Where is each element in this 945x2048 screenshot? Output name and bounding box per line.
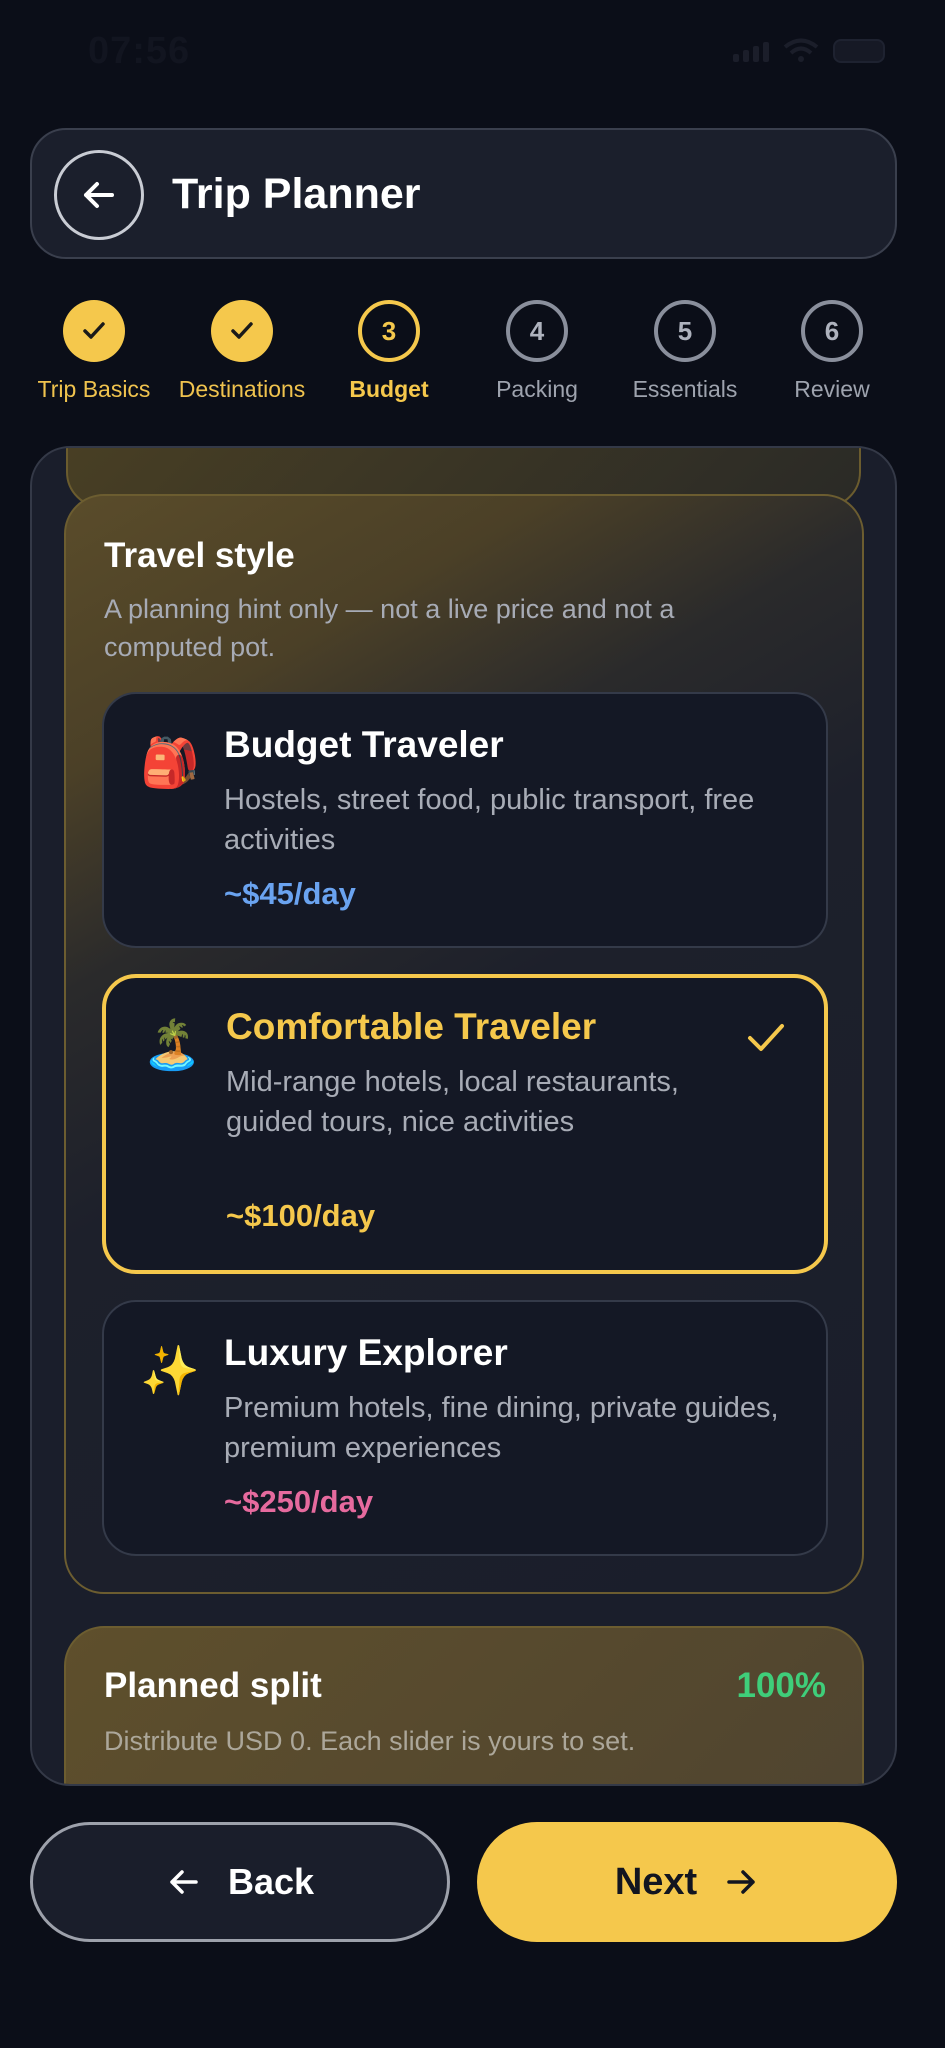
next-button[interactable]: Next — [477, 1822, 897, 1942]
step-number: 4 — [506, 300, 568, 362]
step-number: 5 — [654, 300, 716, 362]
split-subtitle: Distribute USD 0. Each slider is yours t… — [104, 1726, 636, 1756]
step-check-circle — [63, 300, 125, 362]
option-description: Premium hotels, fine dining, private gui… — [224, 1392, 779, 1464]
step-destinations[interactable]: Destinations — [168, 300, 316, 403]
option-description: Hostels, street food, public transport, … — [224, 784, 755, 856]
check-icon — [83, 322, 105, 339]
step-trip-basics[interactable]: Trip Basics — [20, 300, 168, 403]
wifi-icon — [783, 38, 819, 62]
step-packing[interactable]: 4 Packing — [463, 300, 611, 403]
step-budget[interactable]: 3 Budget — [315, 300, 463, 403]
option-price: ~$45/day — [224, 876, 356, 911]
sparkles-icon: ✨ — [140, 1345, 200, 1398]
option-price: ~$100/day — [226, 1198, 376, 1233]
arrow-right-icon — [727, 1870, 755, 1894]
option-name: Budget Traveler — [224, 724, 504, 765]
step-number: 6 — [801, 300, 863, 362]
step-label: Review — [794, 376, 870, 402]
split-percent: 100% — [736, 1666, 826, 1705]
step-label: Budget — [349, 376, 429, 402]
step-label: Packing — [496, 376, 578, 402]
selected-check-icon — [748, 1024, 784, 1051]
status-icons — [733, 38, 885, 64]
arrow-left-icon — [170, 1870, 198, 1894]
battery-icon — [833, 39, 885, 63]
option-description: Mid-range hotels, local restaurants, gui… — [226, 1066, 679, 1138]
section-subtitle: A planning hint only — not a live price … — [104, 594, 675, 662]
status-bar: 07:56 — [0, 0, 945, 110]
check-icon — [231, 322, 253, 339]
option-price: ~$250/day — [224, 1484, 374, 1519]
back-button-label: Back — [227, 1861, 315, 1902]
option-luxury-explorer[interactable]: ✨ Luxury Explorer Premium hotels, fine d… — [102, 1300, 828, 1556]
header-back-button[interactable] — [54, 150, 144, 240]
status-time: 07:56 — [88, 30, 191, 72]
step-label: Trip Basics — [37, 376, 151, 402]
back-button[interactable]: Back — [30, 1822, 450, 1942]
section-title: Travel style — [104, 536, 295, 575]
backpack-icon: 🎒 — [140, 737, 200, 790]
step-label: Destinations — [178, 376, 306, 402]
travel-style-card: Travel style A planning hint only — not … — [64, 494, 864, 1594]
step-check-circle — [211, 300, 273, 362]
progress-stepper: Trip Basics Destinations 3 Budget 4 Pack… — [0, 300, 945, 420]
next-button-label: Next — [614, 1860, 698, 1903]
step-review[interactable]: 6 Review — [758, 300, 906, 403]
page-title: Trip Planner — [172, 170, 421, 218]
arrow-left-icon — [84, 182, 114, 208]
option-name: Comfortable Traveler — [226, 1006, 597, 1047]
header-bar: Trip Planner — [30, 128, 897, 259]
split-title: Planned split — [104, 1666, 322, 1705]
planned-split-card: Planned split 100% Distribute USD 0. Eac… — [64, 1626, 864, 1784]
step-number: 3 — [358, 300, 420, 362]
island-icon: 🏝️ — [142, 1019, 202, 1072]
option-name: Luxury Explorer — [224, 1332, 508, 1373]
signal-icon — [733, 40, 769, 62]
scroll-content[interactable]: Travel style A planning hint only — not … — [30, 446, 897, 1786]
step-essentials[interactable]: 5 Essentials — [611, 300, 759, 403]
option-budget-traveler[interactable]: 🎒 Budget Traveler Hostels, street food, … — [102, 692, 828, 948]
step-label: Essentials — [632, 376, 738, 402]
option-comfortable-traveler[interactable]: 🏝️ Comfortable Traveler Mid-range hotels… — [102, 974, 828, 1274]
